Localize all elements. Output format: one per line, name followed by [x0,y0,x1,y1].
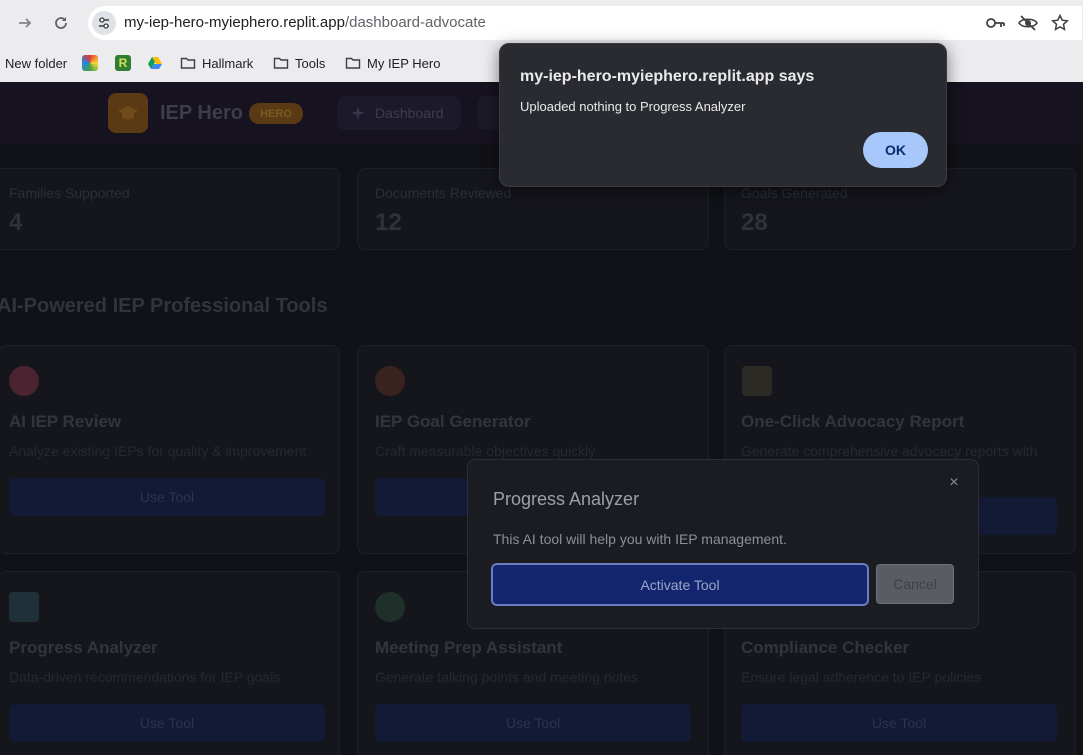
folder-icon [273,57,289,69]
bookmark-label: Tools [295,55,326,71]
bookmark-drive[interactable] [147,53,169,73]
bookmark-r[interactable]: R [115,53,137,73]
modal-description: This AI tool will help you with IEP mana… [493,531,787,547]
r-favicon: R [115,55,131,71]
bookmark-hallmark[interactable]: Hallmark [180,53,253,73]
bookmark-label: Hallmark [202,55,254,71]
activate-tool-button[interactable]: Activate Tool [491,563,869,606]
url-text[interactable]: my-iep-hero-myiephero.replit.app/dashboa… [124,14,486,31]
nav-dashboard-label: Dashboard [375,105,444,121]
use-tool-button[interactable]: Use Tool [375,704,691,742]
close-icon[interactable]: × [946,474,962,491]
tool-title: One-Click Advocacy Report [741,412,965,431]
alert-ok-button[interactable]: OK [863,132,928,168]
tool-title: AI IEP Review [9,412,122,431]
folder-icon [180,57,196,69]
stat-value: 12 [375,209,402,236]
stat-card: Families Supported 4 [0,168,340,250]
folder-icon [345,57,361,69]
tool-card-progress-analyzer: Progress Analyzer Data-driven recommenda… [0,571,340,755]
nav-dashboard[interactable]: Dashboard [337,96,461,130]
bookmark-label: New folder [5,55,68,71]
alert-message: Uploaded nothing to Progress Analyzer [520,99,746,114]
bookmark-star-icon[interactable] [1049,12,1071,34]
tracking-off-icon[interactable] [1017,12,1039,34]
stat-label: Goals Generated [741,185,848,201]
site-settings-icon[interactable] [92,11,116,35]
speech-icon [375,592,405,622]
use-tool-button[interactable]: Use Tool [9,704,325,742]
rainbow-favicon [82,55,98,71]
alert-title: my-iep-hero-myiephero.replit.app says [520,68,815,85]
stat-label: Documents Reviewed [375,185,512,201]
password-key-icon[interactable] [985,12,1007,34]
tool-title: Meeting Prep Assistant [375,638,563,657]
clipboard-icon [742,366,772,396]
brand-name: IEP Hero [160,102,243,124]
browser-alert-dialog: my-iep-hero-myiephero.replit.app says Up… [499,43,947,187]
tool-title: IEP Goal Generator [375,412,531,431]
bookmark-my-iep-hero[interactable]: My IEP Hero [345,53,440,73]
bar-chart-icon [9,592,39,622]
tool-description: Data-driven recommendations for IEP goal… [9,669,281,685]
modal-title: Progress Analyzer [493,489,640,509]
graduation-cap-icon [108,93,148,133]
bookmark-new-folder[interactable]: New folder [5,53,67,73]
browser-toolbar: my-iep-hero-myiephero.replit.app/dashboa… [0,0,1083,45]
stat-value: 28 [741,209,768,236]
cancel-button[interactable]: Cancel [876,564,954,604]
tool-description: Craft measurable objectives quickly [375,443,596,459]
bookmark-tools[interactable]: Tools [273,53,325,73]
target-icon [375,366,405,396]
reload-icon[interactable] [49,11,73,35]
use-tool-button[interactable]: Use Tool [741,704,1057,742]
use-tool-button[interactable]: Use Tool [9,478,325,516]
sparkle-icon [351,106,365,120]
tool-description: Analyze existing IEPs for quality & impr… [9,443,307,459]
tool-description: Generate talking points and meeting note… [375,669,639,685]
drive-favicon [148,57,162,69]
url-path: /dashboard-advocate [344,14,486,31]
tool-title: Progress Analyzer [9,638,158,657]
hero-badge: HERO [249,103,303,124]
bookmark-label: My IEP Hero [367,55,441,71]
progress-analyzer-modal: Progress Analyzer × This AI tool will he… [467,459,979,629]
tool-description: Generate comprehensive advocacy reports … [741,443,1038,459]
section-title: AI-Powered IEP Professional Tools [0,295,328,317]
bookmark-rainbow[interactable] [82,53,104,73]
forward-icon[interactable] [13,11,37,35]
stat-value: 4 [9,209,23,236]
stat-label: Families Supported [9,185,130,201]
tool-title: Compliance Checker [741,638,910,657]
tool-description: Ensure legal adherence to IEP policies [741,669,982,685]
url-host: my-iep-hero-myiephero.replit.app [124,14,345,31]
brain-icon [9,366,39,396]
tool-card-ai-iep-review: AI IEP Review Analyze existing IEPs for … [0,345,340,554]
